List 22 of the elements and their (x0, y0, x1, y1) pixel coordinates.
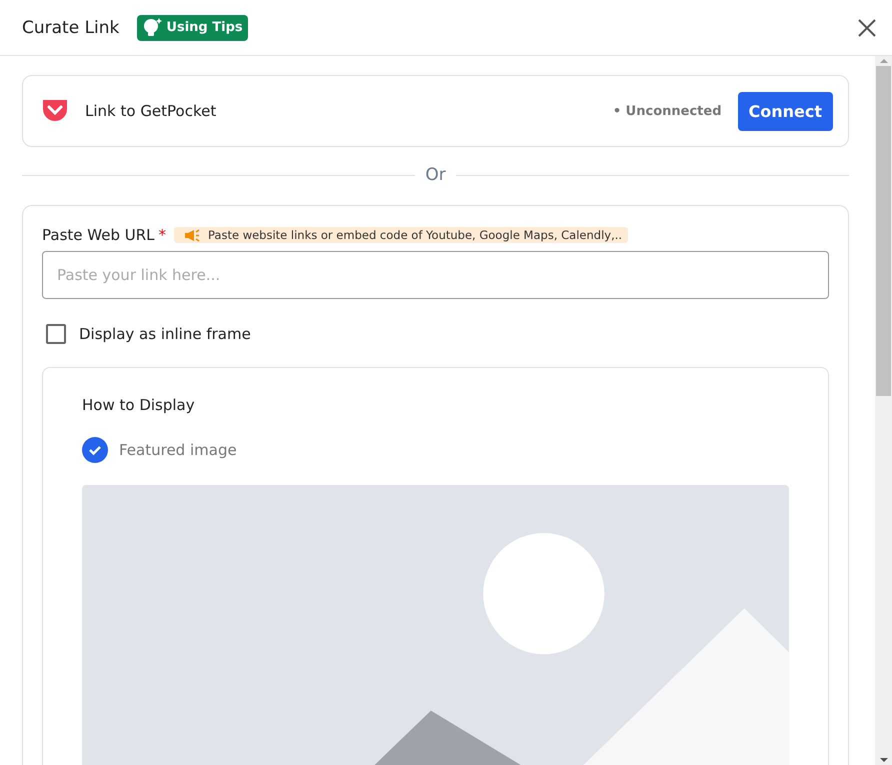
pocket-logo-icon (41, 98, 69, 124)
scrollbar[interactable] (875, 56, 892, 765)
url-label: Paste Web URL (42, 226, 154, 244)
option-label: Featured image (119, 441, 237, 459)
connection-status: • Unconnected (612, 104, 722, 118)
inline-frame-label: Display as inline frame (79, 325, 251, 343)
section-title: How to Display (82, 396, 196, 414)
pocket-label: Link to GetPocket (85, 102, 216, 120)
close-button[interactable] (856, 16, 878, 38)
dialog-title: Curate Link (22, 18, 120, 38)
connect-button[interactable]: Connect (738, 92, 833, 130)
using-tips-button[interactable]: Using Tips (137, 14, 248, 40)
hint-text: Paste website links or embed code of Youtube, Google Maps, Calendly,.. (208, 228, 622, 242)
scroll-down-icon[interactable] (878, 755, 888, 765)
check-icon (88, 443, 102, 457)
url-input-field[interactable]: Paste your link here... (42, 251, 829, 299)
or-divider-text: Or (425, 165, 446, 185)
option-checkbox[interactable] (82, 437, 108, 463)
inline-frame-checkbox[interactable] (46, 324, 66, 344)
megaphone-icon (184, 228, 200, 242)
required-mark: * (158, 226, 166, 244)
lightbulb-icon (142, 16, 164, 38)
